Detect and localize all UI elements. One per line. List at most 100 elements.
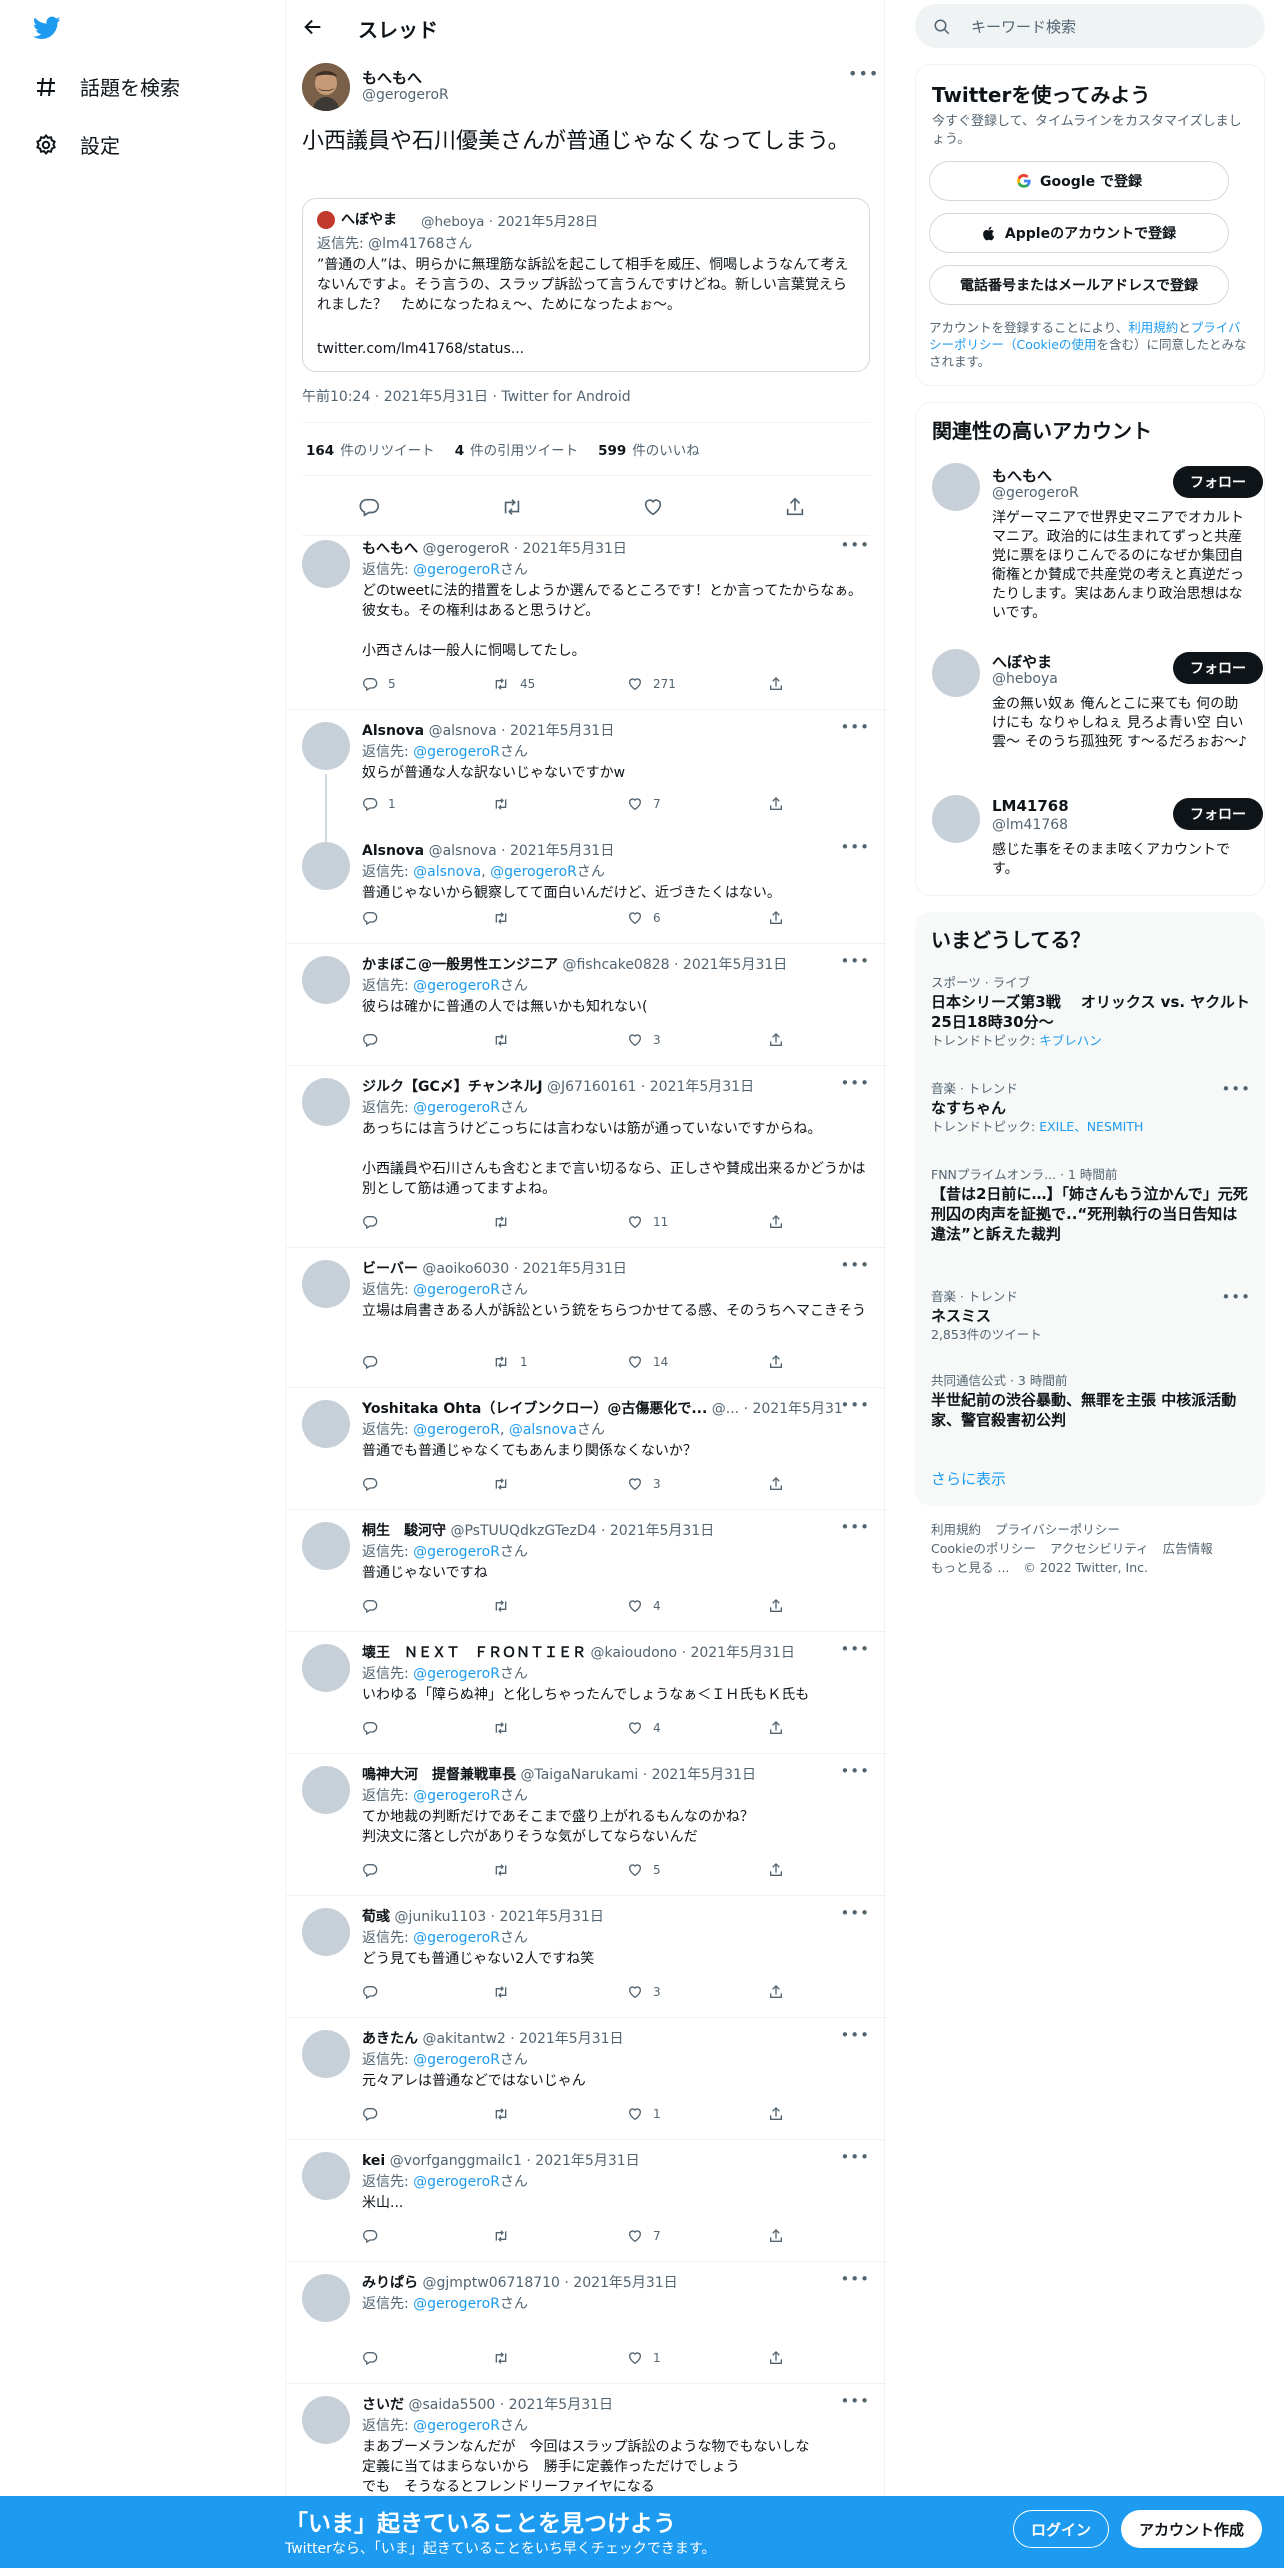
like-button[interactable]: 14 <box>627 1354 668 1370</box>
footer-link[interactable]: Cookieのポリシー <box>931 1541 1036 1556</box>
mention-link[interactable]: @gerogeroR <box>413 2418 500 2434</box>
author-name[interactable]: Yoshitaka Ohta（レイブンクロー）@古傷悪化で... <box>362 1401 707 1417</box>
reply-tweet[interactable]: Yoshitaka Ohta（レイブンクロー）@古傷悪化で... @... · … <box>286 1388 886 1510</box>
author-name[interactable]: ビーバー <box>362 1261 418 1277</box>
reply-tweet[interactable]: あきたん @akitantw2 · 2021年5月31日 ••• 返信先: @g… <box>286 2018 886 2140</box>
avatar[interactable] <box>302 842 350 890</box>
avatar[interactable] <box>302 722 350 770</box>
trend-item[interactable]: 音楽 · トレンド ネスミス 2,853件のツイート ••• <box>931 1288 1251 1344</box>
login-button[interactable]: ログイン <box>1013 2510 1109 2548</box>
account-name[interactable]: もへもへ <box>992 465 1052 486</box>
trend-topic-link[interactable]: EXILE、NESMITH <box>1039 1119 1143 1134</box>
mention-link[interactable]: @gerogeroR <box>413 978 500 994</box>
avatar[interactable] <box>302 956 350 1004</box>
footer-link[interactable]: アクセシビリティ <box>1050 1541 1149 1556</box>
reply-tweet[interactable]: Alsnova @alsnova · 2021年5月31日 ••• 返信先: @… <box>286 830 886 944</box>
avatar[interactable] <box>302 1766 350 1814</box>
more-icon[interactable]: ••• <box>840 1074 870 1092</box>
like-button[interactable]: 271 <box>627 676 676 692</box>
avatar[interactable] <box>302 2030 350 2078</box>
mention-link[interactable]: @gerogeroR <box>413 1666 500 1682</box>
share-button[interactable] <box>768 1862 784 1878</box>
author-name[interactable]: kei <box>362 2153 385 2169</box>
reply-tweet[interactable]: 桐生 駿河守 @PsTUUQdkzGTezD4 · 2021年5月31日 •••… <box>286 1510 886 1632</box>
account-name[interactable]: へぼやま <box>992 651 1052 672</box>
mention-link[interactable]: @gerogeroR <box>413 2174 500 2190</box>
reply-button[interactable] <box>362 1214 388 1230</box>
trend-item[interactable]: 音楽 · トレンド なすちゃん トレンドトピック: EXILE、NESMITH … <box>931 1080 1251 1136</box>
like-button[interactable]: 4 <box>627 1598 661 1614</box>
tweet-timestamp[interactable]: 午前10:24 · 2021年5月31日 · Twitter for Andro… <box>302 386 631 406</box>
share-button[interactable] <box>768 910 784 926</box>
reply-button[interactable] <box>362 2106 388 2122</box>
mention-link[interactable]: @gerogeroR <box>413 2052 500 2068</box>
mention-link[interactable]: @gerogeroR <box>413 2296 500 2312</box>
retweet-button[interactable] <box>492 1720 520 1736</box>
phone-signup-button[interactable]: 電話番号またはメールアドレスで登録 <box>929 265 1229 305</box>
reply-button[interactable] <box>362 1984 388 2000</box>
mention-link[interactable]: @alsnova <box>413 864 481 880</box>
author-name[interactable]: 鳴神大河 提督兼戦車長 <box>362 1767 516 1783</box>
reply-button[interactable] <box>362 1476 388 1492</box>
retweet-button[interactable]: 1 <box>492 1354 528 1370</box>
reply-button[interactable] <box>362 1720 388 1736</box>
reply-icon[interactable] <box>358 496 380 518</box>
mention-link[interactable]: @gerogeroR <box>413 562 500 578</box>
mention-link[interactable]: @gerogeroR <box>413 1788 500 1804</box>
retweet-button[interactable] <box>492 796 520 812</box>
show-more-link[interactable]: さらに表示 <box>931 1468 1006 1489</box>
footer-link[interactable]: プライバシーポリシー <box>995 1522 1120 1537</box>
avatar[interactable] <box>932 649 980 697</box>
more-icon[interactable]: ••• <box>840 1640 870 1658</box>
twitter-logo-icon[interactable] <box>30 14 64 42</box>
mention-link[interactable]: @gerogeroR <box>413 1282 500 1298</box>
reply-tweet[interactable]: みりぱら @gjmptw06718710 · 2021年5月31日 ••• 返信… <box>286 2262 886 2384</box>
author-name[interactable]: あきたん <box>362 2031 418 2047</box>
like-button[interactable]: 4 <box>627 1720 661 1736</box>
author-name[interactable]: みりぱら <box>362 2275 418 2291</box>
share-button[interactable] <box>768 1214 784 1230</box>
mention-link[interactable]: @gerogeroR <box>413 1544 500 1560</box>
author-name[interactable]: 壊王 ＮＥＸＴ ＦＲＯＮＴＩＥＲ <box>362 1645 586 1661</box>
follow-button[interactable]: フォロー <box>1173 798 1263 830</box>
more-icon[interactable]: ••• <box>840 536 870 554</box>
avatar[interactable] <box>302 2152 350 2200</box>
like-icon[interactable] <box>642 496 664 518</box>
mention-link[interactable]: @gerogeroR <box>413 1100 500 1116</box>
more-icon[interactable]: ••• <box>840 952 870 970</box>
mention-link[interactable]: @gerogeroR <box>413 1930 500 1946</box>
share-button[interactable] <box>768 2106 784 2122</box>
retweet-button[interactable] <box>492 1032 520 1048</box>
more-icon[interactable]: ••• <box>840 838 870 856</box>
reply-tweet[interactable]: ビーバー @aoiko6030 · 2021年5月31日 ••• 返信先: @g… <box>286 1248 886 1388</box>
share-button[interactable] <box>768 1984 784 2000</box>
account-name[interactable]: LM41768 <box>992 797 1069 815</box>
trend-item[interactable]: 共同通信公式 · 3 時間前 半世紀前の渋谷暴動、無罪を主張 中核派活動家、警官… <box>931 1372 1251 1430</box>
like-button[interactable]: 7 <box>627 2228 661 2244</box>
reply-tweet[interactable]: 鳴神大河 提督兼戦車長 @TaigaNarukami · 2021年5月31日 … <box>286 1754 886 1896</box>
mention-link[interactable]: @gerogeroR <box>413 744 500 760</box>
share-button[interactable] <box>768 676 784 692</box>
avatar[interactable] <box>302 1644 350 1692</box>
more-icon[interactable]: ••• <box>840 2270 870 2288</box>
more-icon[interactable]: ••• <box>1221 1288 1251 1306</box>
like-button[interactable]: 11 <box>627 1214 668 1230</box>
follow-button[interactable]: フォロー <box>1173 652 1263 684</box>
avatar[interactable] <box>302 1400 350 1448</box>
author-name[interactable]: Alsnova <box>362 723 424 739</box>
like-button[interactable]: 3 <box>627 1032 661 1048</box>
author-name[interactable]: かまぼこ@一般男性エンジニア <box>362 957 558 973</box>
back-arrow-icon[interactable] <box>302 16 324 38</box>
reply-tweet[interactable]: 荀彧 @juniku1103 · 2021年5月31日 ••• 返信先: @ge… <box>286 1896 886 2018</box>
footer-link[interactable]: © 2022 Twitter, Inc. <box>1023 1560 1148 1575</box>
reply-tweet[interactable]: もへもへ @gerogeroR · 2021年5月31日 ••• 返信先: @g… <box>286 528 886 710</box>
share-button[interactable] <box>768 1476 784 1492</box>
avatar[interactable] <box>302 1522 350 1570</box>
author-name[interactable]: もへもへ <box>362 67 422 88</box>
more-icon[interactable]: ••• <box>840 2392 870 2410</box>
avatar[interactable] <box>302 2396 350 2444</box>
avatar[interactable] <box>302 1908 350 1956</box>
retweet-count[interactable]: 164 件のリツイート <box>306 439 435 459</box>
author-name[interactable]: さいだ <box>362 2397 404 2413</box>
mention-link[interactable]: @gerogeroR <box>490 864 577 880</box>
